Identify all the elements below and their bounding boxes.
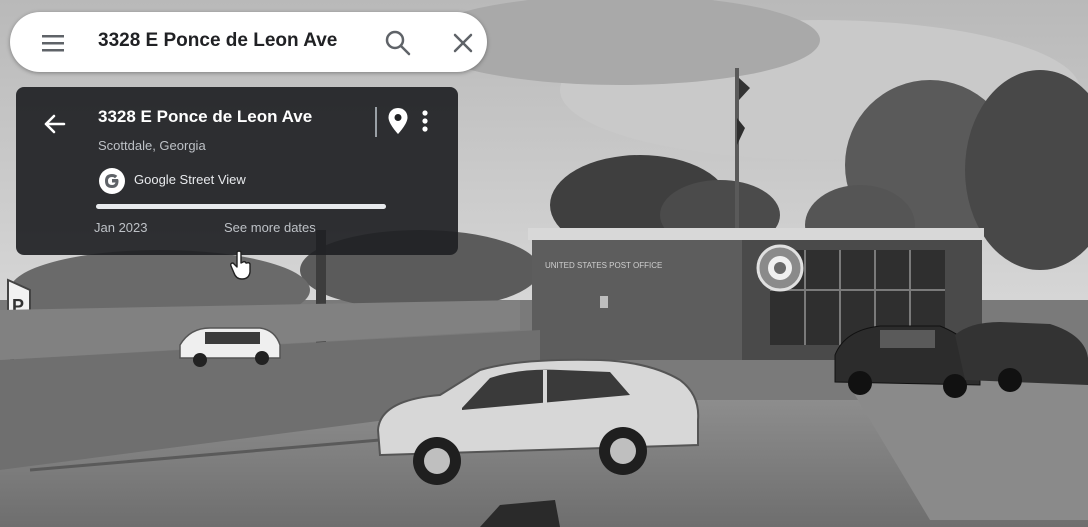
hand-cursor-icon — [229, 250, 253, 280]
location-subtitle: Scottdale, Georgia — [98, 138, 206, 153]
google-g-icon — [98, 167, 126, 195]
capture-date: Jan 2023 — [94, 220, 148, 235]
usps-eagle-logo-icon — [756, 244, 804, 292]
card-divider — [375, 107, 377, 137]
location-info-card: 3328 E Ponce de Leon Ave Scottdale, Geor… — [16, 87, 458, 255]
date-timeline-slider[interactable] — [96, 204, 386, 209]
source-label: Google Street View — [134, 172, 246, 187]
building-sign-text: UNITED STATES POST OFFICE — [545, 261, 662, 270]
timeline-fill — [96, 204, 386, 209]
search-input[interactable]: 3328 E Ponce de Leon Ave — [98, 30, 337, 52]
card-title: 3328 E Ponce de Leon Ave — [98, 107, 313, 126]
more-vert-icon[interactable] — [416, 107, 434, 135]
street-view-panorama[interactable]: UNITED STATES POST OFFICE P — [0, 0, 1088, 527]
location-pin-icon[interactable] — [387, 107, 409, 135]
building-sign-text: UNITED STATES POST OFFICE — [545, 261, 662, 270]
search-bar[interactable]: 3328 E Ponce de Leon Ave — [10, 12, 487, 72]
see-more-dates-link[interactable]: See more dates — [224, 220, 316, 235]
hamburger-menu-icon[interactable] — [38, 32, 68, 54]
search-icon[interactable] — [383, 28, 413, 58]
close-icon[interactable] — [450, 30, 476, 56]
back-arrow-icon[interactable] — [40, 109, 70, 139]
